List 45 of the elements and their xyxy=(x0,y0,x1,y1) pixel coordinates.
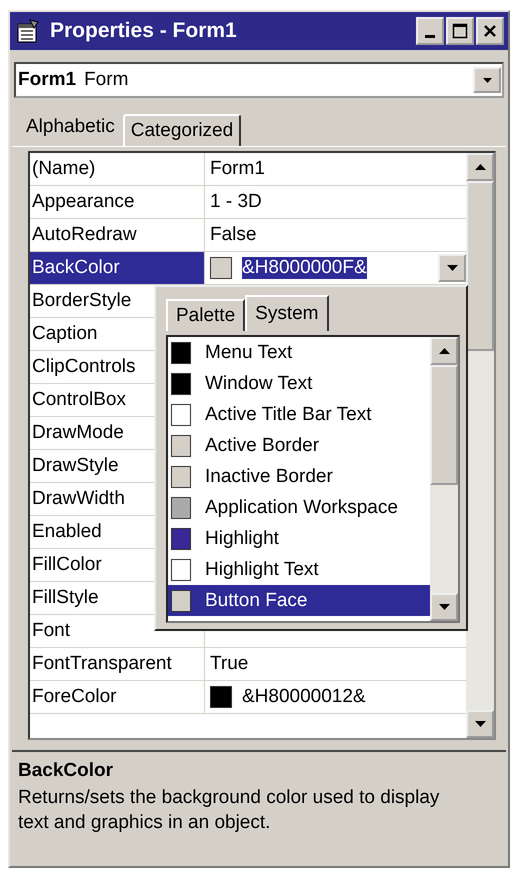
property-value[interactable]: &H8000000F& xyxy=(242,257,367,279)
down-arrow-icon xyxy=(446,265,458,271)
scroll-thumb[interactable] xyxy=(466,181,494,351)
scrollbar[interactable] xyxy=(430,337,458,621)
up-arrow-icon xyxy=(438,348,450,354)
tab[interactable]: System xyxy=(245,295,329,331)
property-value: &H80000012& xyxy=(242,686,366,708)
down-arrow-icon xyxy=(482,78,492,82)
scroll-up-button[interactable] xyxy=(466,153,494,181)
property-value: True xyxy=(210,653,248,675)
property-name[interactable]: ForeColor xyxy=(30,681,205,713)
maximize-icon xyxy=(452,23,468,39)
object-dropdown[interactable]: Form1 Form xyxy=(14,62,504,98)
scroll-down-button[interactable] xyxy=(430,593,458,621)
minimize-button[interactable] xyxy=(416,17,444,45)
description-title: BackColor xyxy=(18,760,114,782)
property-value: 1 - 3D xyxy=(210,191,262,213)
tab[interactable]: Palette xyxy=(166,299,246,331)
minimize-icon xyxy=(425,35,435,38)
property-value: Form1 xyxy=(210,158,265,180)
scroll-thumb[interactable] xyxy=(430,365,458,485)
object-type: Form xyxy=(84,69,128,90)
property-name[interactable]: (Name) xyxy=(30,153,205,185)
scroll-down-button[interactable] xyxy=(466,710,494,738)
object-name: Form1 xyxy=(18,69,76,90)
window-title: Properties - Form1 xyxy=(50,19,238,43)
maximize-button[interactable] xyxy=(446,17,474,45)
properties-icon xyxy=(16,18,42,44)
property-name[interactable]: FontTransparent xyxy=(30,648,205,680)
property-name[interactable]: Appearance xyxy=(30,186,205,218)
dropdown-button[interactable] xyxy=(473,67,501,93)
up-arrow-icon xyxy=(474,164,486,170)
scrollbar[interactable] xyxy=(466,153,494,738)
close-button[interactable] xyxy=(476,17,504,45)
dropdown-button[interactable] xyxy=(438,254,466,282)
color-list-item[interactable]: Button Face xyxy=(168,585,430,616)
scroll-up-button[interactable] xyxy=(430,337,458,365)
down-arrow-icon xyxy=(474,721,486,727)
down-arrow-icon xyxy=(438,604,450,610)
property-name[interactable]: AutoRedraw xyxy=(30,219,205,251)
description-text: Returns/sets the background color used to display text and graphics in an object. xyxy=(18,786,440,835)
property-value: False xyxy=(210,224,256,246)
close-icon xyxy=(483,24,497,38)
property-name[interactable]: BackColor xyxy=(30,252,205,284)
tab[interactable]: Categorized xyxy=(122,114,242,146)
